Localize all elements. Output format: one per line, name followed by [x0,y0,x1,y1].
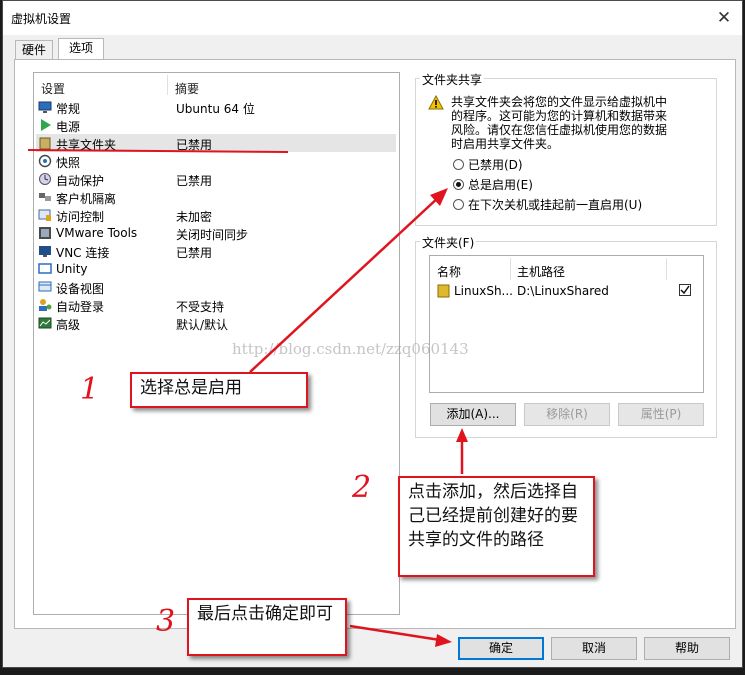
step3-number: 3 [156,604,176,639]
step2-callout: 点击添加，然后选择自己已经提前创建好的要共享的文件的路径 [398,476,595,577]
underline-mark [27,149,289,153]
arrowhead-step2 [456,428,468,442]
step1-callout: 选择总是启用 [130,372,308,408]
annotation-arrows [27,149,468,647]
step3-callout: 最后点击确定即可 [187,598,347,656]
arrowhead-step3 [435,634,452,647]
step1-number: 1 [80,372,100,407]
step2-number: 2 [352,470,372,505]
arrow-step1 [249,195,441,373]
arrow-step3 [349,624,441,642]
